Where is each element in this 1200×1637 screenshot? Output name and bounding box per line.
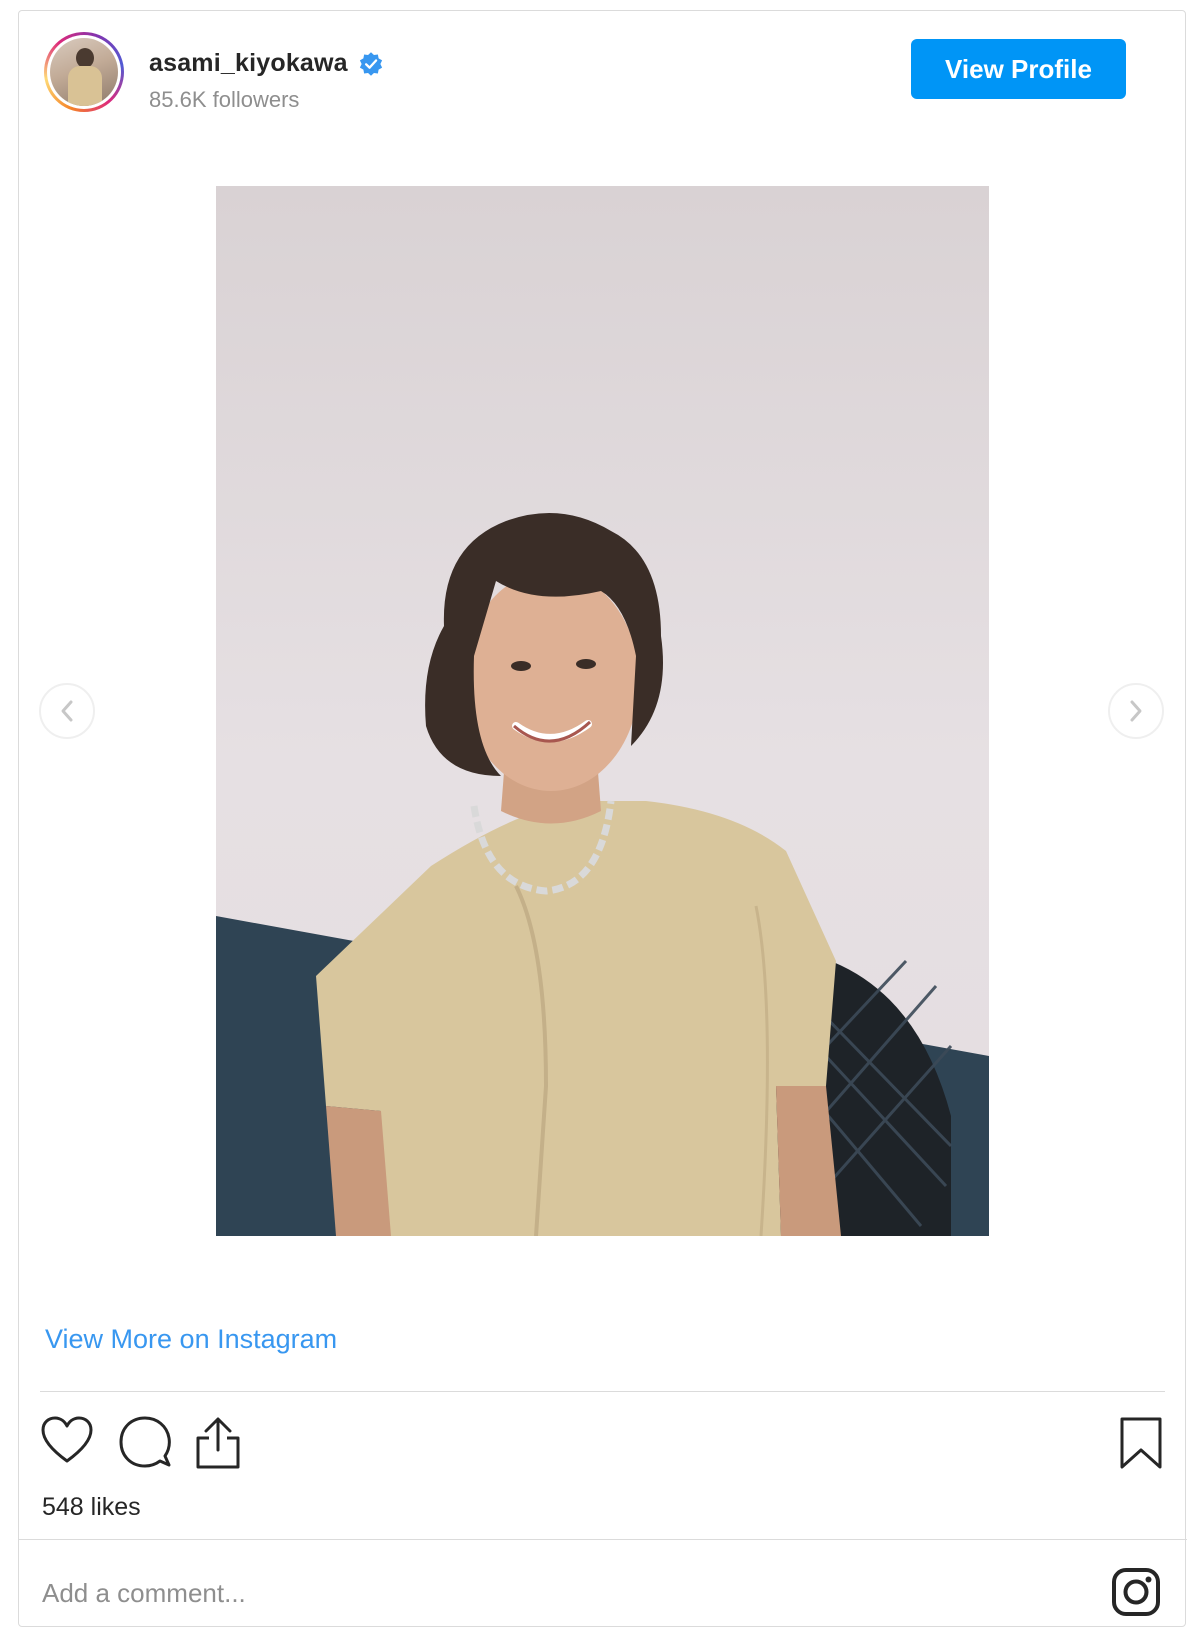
chevron-left-icon <box>61 700 73 722</box>
view-profile-button[interactable]: View Profile <box>911 39 1126 99</box>
divider <box>19 1539 1187 1540</box>
username-row: asami_kiyokawa <box>149 49 384 78</box>
divider <box>40 1391 1165 1392</box>
chevron-right-icon <box>1130 700 1142 722</box>
avatar[interactable] <box>44 32 124 112</box>
username-link[interactable]: asami_kiyokawa <box>149 49 348 78</box>
view-more-link[interactable]: View More on Instagram <box>45 1324 337 1355</box>
instagram-logo-icon[interactable] <box>1111 1567 1161 1617</box>
next-image-button[interactable] <box>1108 683 1164 739</box>
bookmark-icon[interactable] <box>1119 1416 1163 1470</box>
verified-badge-icon <box>359 51 382 76</box>
comment-input[interactable] <box>42 1571 942 1615</box>
likes-count: 548 likes <box>42 1493 141 1521</box>
comment-bubble-icon[interactable] <box>119 1416 171 1468</box>
previous-image-button[interactable] <box>39 683 95 739</box>
post-image[interactable] <box>216 186 989 1236</box>
share-icon[interactable] <box>194 1416 242 1470</box>
post-photo-illustration <box>216 513 989 1236</box>
avatar-image <box>50 38 118 106</box>
followers-count: 85.6K followers <box>149 87 300 112</box>
instagram-embed-card: asami_kiyokawa 85.6K followers View Prof… <box>18 10 1187 1627</box>
heart-icon[interactable] <box>41 1416 93 1464</box>
